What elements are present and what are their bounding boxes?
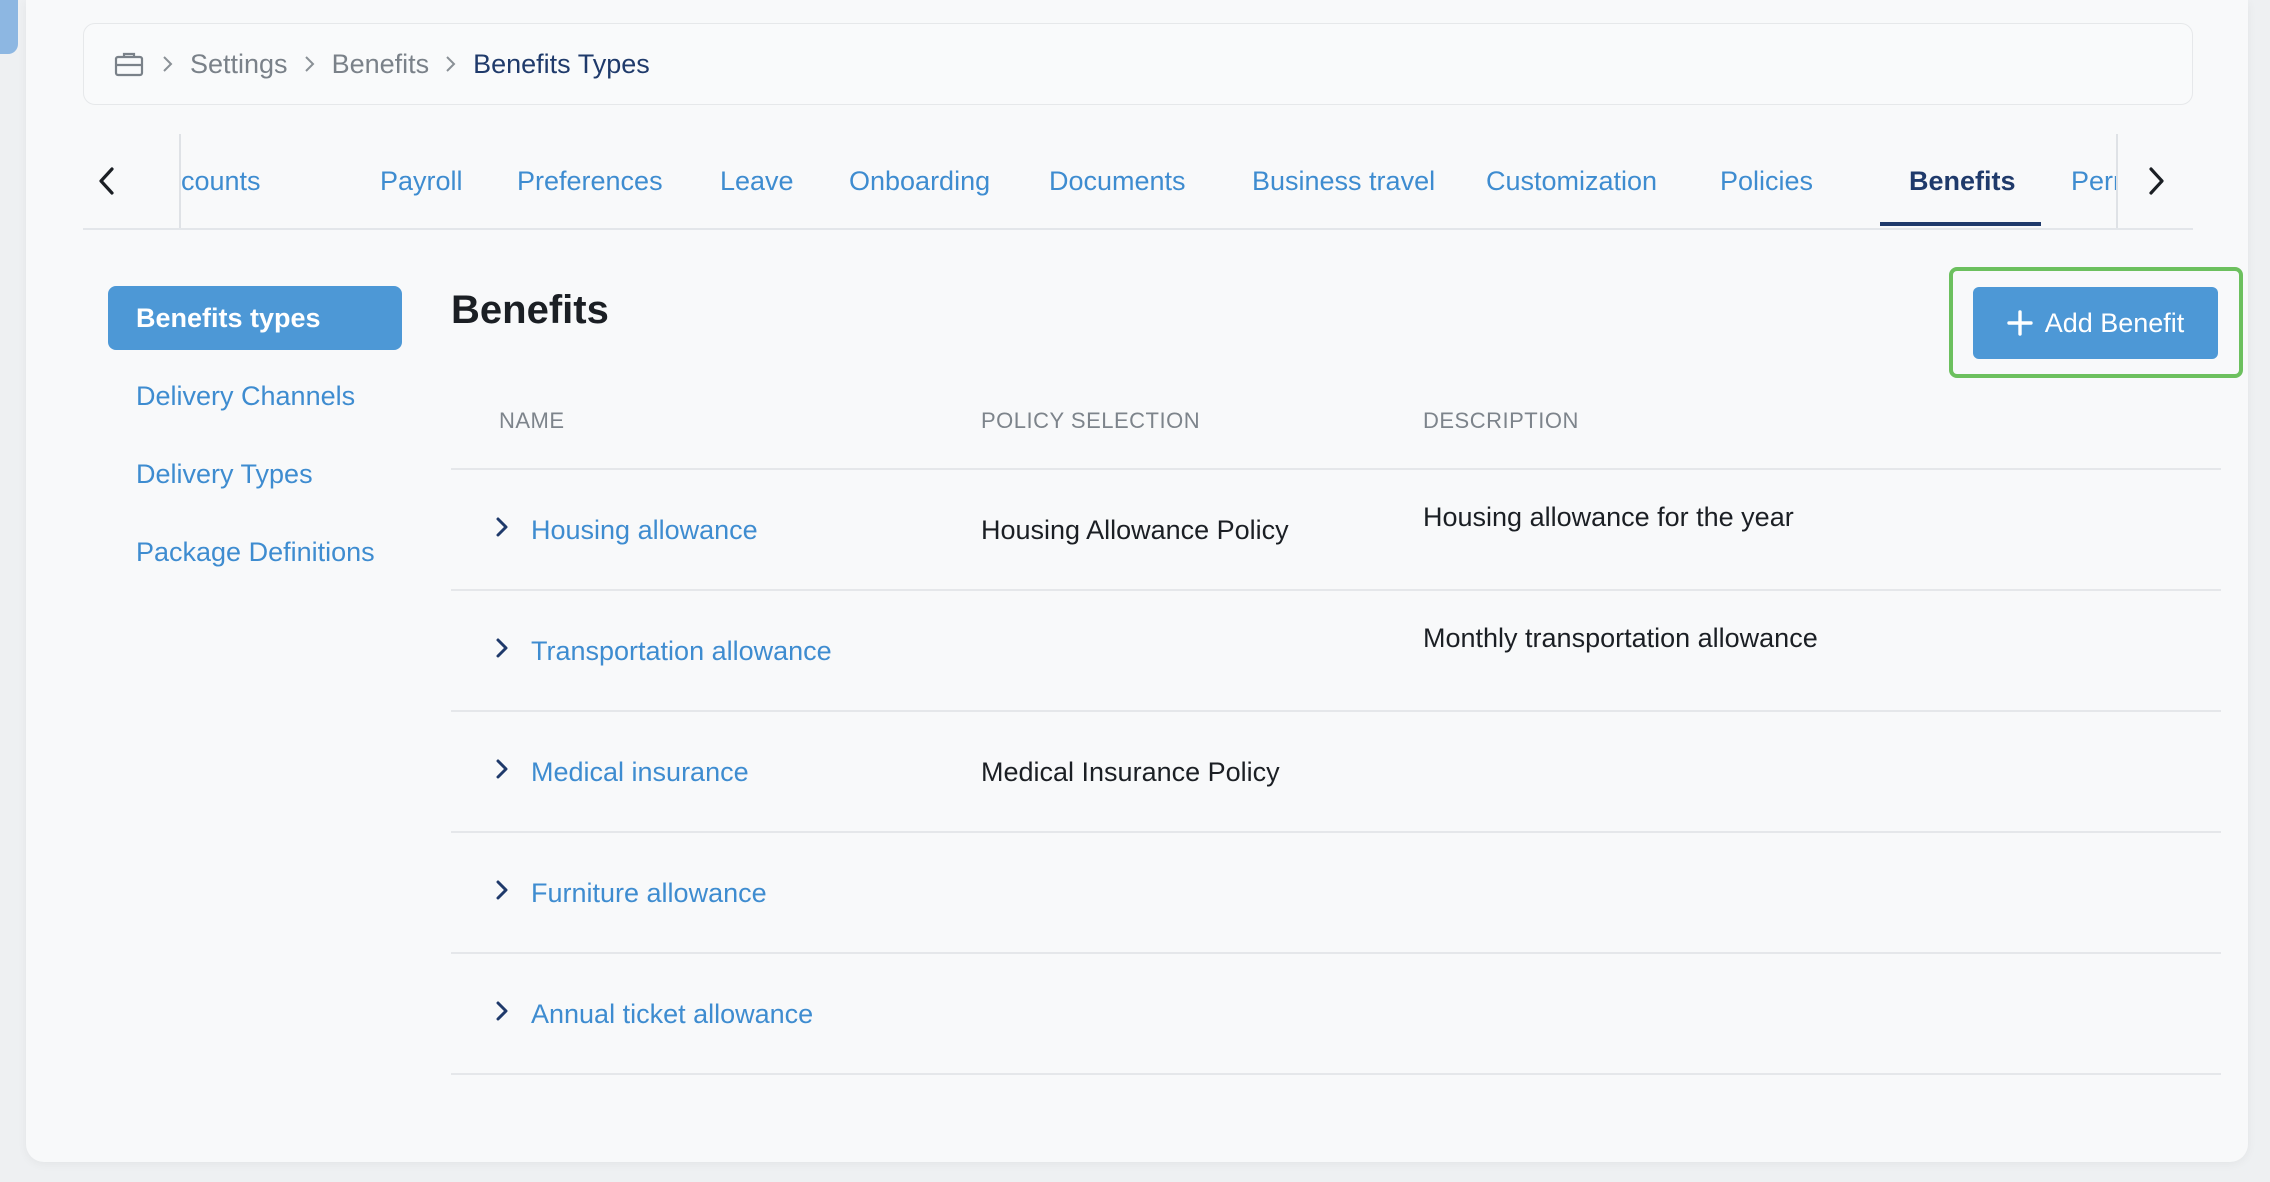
expand-row-icon[interactable] <box>495 879 509 906</box>
tab-documents[interactable]: Documents <box>1049 134 1186 228</box>
add-benefit-highlight: Add Benefit <box>1949 267 2243 378</box>
table-row[interactable]: Medical insurance Medical Insurance Poli… <box>451 712 2221 833</box>
add-benefit-label: Add Benefit <box>2044 307 2185 338</box>
side-item-benefits-types[interactable]: Benefits types <box>108 286 402 350</box>
plus-icon <box>2006 310 2033 336</box>
page-title: Benefits <box>451 288 609 332</box>
settings-tabs: counts Payroll Preferences Leave Onboard… <box>83 134 2193 230</box>
chevron-right-icon <box>304 55 316 73</box>
expand-row-icon[interactable] <box>495 516 509 543</box>
breadcrumb-settings[interactable]: Settings <box>190 49 288 80</box>
table-row[interactable]: Transportation allowance Monthly transpo… <box>451 591 2221 712</box>
side-menu: Benefits types Delivery Channels Deliver… <box>108 286 402 598</box>
benefit-name[interactable]: Annual ticket allowance <box>531 999 813 1030</box>
edge-handle <box>0 0 18 54</box>
benefit-description: Monthly transportation allowance <box>1423 623 1818 653</box>
benefits-table: NAME POLICY SELECTION DESCRIPTION Housin… <box>451 374 2221 1075</box>
benefit-policy: Medical Insurance Policy <box>981 757 1280 787</box>
settings-card: Settings Benefits Benefits Types counts … <box>26 0 2248 1162</box>
chevron-right-icon <box>445 55 457 73</box>
briefcase-icon[interactable] <box>112 47 146 81</box>
breadcrumb: Settings Benefits Benefits Types <box>83 23 2193 105</box>
benefit-description: Housing allowance for the year <box>1423 502 1794 532</box>
tab-benefits[interactable]: Benefits <box>1909 134 2016 228</box>
tab-accounts[interactable]: counts <box>181 134 261 228</box>
column-header-name: NAME <box>499 408 565 433</box>
side-item-delivery-types[interactable]: Delivery Types <box>108 442 402 506</box>
tabs-scroll-left-button[interactable] <box>83 134 181 228</box>
tab-list: counts Payroll Preferences Leave Onboard… <box>181 134 2116 228</box>
tab-leave[interactable]: Leave <box>720 134 794 228</box>
active-tab-indicator <box>1880 222 2041 226</box>
column-header-description: DESCRIPTION <box>1423 408 1579 433</box>
expand-row-icon[interactable] <box>495 758 509 785</box>
breadcrumb-current: Benefits Types <box>473 48 650 79</box>
chevron-right-icon <box>162 55 174 73</box>
benefit-policy: Housing Allowance Policy <box>981 515 1289 545</box>
table-row[interactable]: Annual ticket allowance <box>451 954 2221 1075</box>
table-header: NAME POLICY SELECTION DESCRIPTION <box>451 374 2221 470</box>
side-item-package-definitions[interactable]: Package Definitions <box>108 520 402 584</box>
chevron-right-icon <box>2148 167 2164 195</box>
breadcrumb-benefits[interactable]: Benefits <box>332 49 430 80</box>
table-row[interactable]: Furniture allowance <box>451 833 2221 954</box>
tab-payroll[interactable]: Payroll <box>380 134 463 228</box>
benefit-name[interactable]: Transportation allowance <box>531 636 832 667</box>
benefit-name[interactable]: Furniture allowance <box>531 878 767 909</box>
benefit-name[interactable]: Medical insurance <box>531 757 749 788</box>
column-header-policy-selection: POLICY SELECTION <box>981 408 1201 433</box>
tab-policies[interactable]: Policies <box>1720 134 1813 228</box>
benefit-name[interactable]: Housing allowance <box>531 515 758 546</box>
tabs-scroll-right-button[interactable] <box>2116 134 2193 228</box>
chevron-left-icon <box>99 167 114 195</box>
tab-preferences[interactable]: Preferences <box>517 134 663 228</box>
tab-permissions[interactable]: Permissions <box>2071 134 2116 228</box>
add-benefit-button[interactable]: Add Benefit <box>1973 287 2218 359</box>
side-item-delivery-channels[interactable]: Delivery Channels <box>108 364 402 428</box>
expand-row-icon[interactable] <box>495 1000 509 1027</box>
expand-row-icon[interactable] <box>495 637 509 664</box>
tab-business-travel[interactable]: Business travel <box>1252 134 1435 228</box>
tab-onboarding[interactable]: Onboarding <box>849 134 990 228</box>
tab-customization[interactable]: Customization <box>1486 134 1657 228</box>
table-row[interactable]: Housing allowance Housing Allowance Poli… <box>451 470 2221 591</box>
